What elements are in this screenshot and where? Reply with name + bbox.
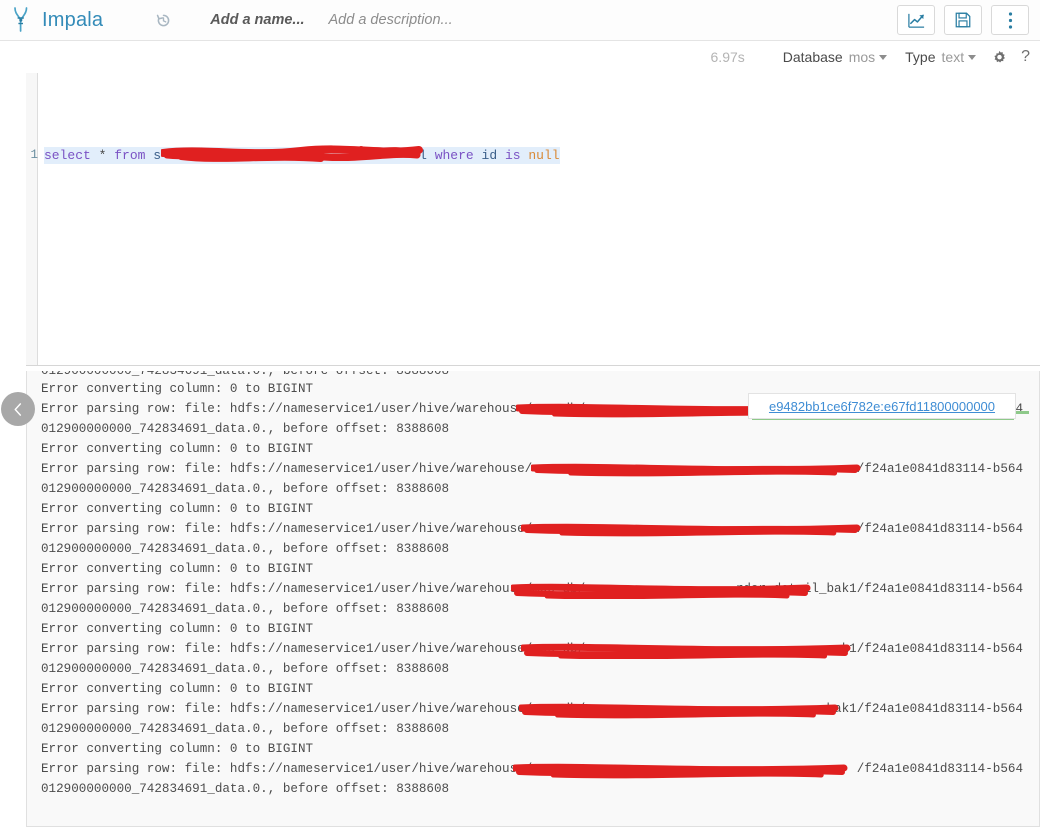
impala-query-editor-page: Impala Add a name... Add a description..… xyxy=(0,0,1040,827)
editor-gutter xyxy=(26,73,38,365)
redacted-path-segment xyxy=(521,521,861,537)
database-label: Database xyxy=(782,49,843,65)
app-title: Impala xyxy=(42,8,104,31)
log-line-text: 012900000000_742834691_data.0., before o… xyxy=(41,371,450,378)
log-line-prefix: Error parsing row: file: hdfs://nameserv… xyxy=(41,462,533,476)
sql-editor[interactable]: 1 select * from s l where id is null xyxy=(0,73,1040,365)
log-line-prefix: Error parsing row: file: hdfs://nameserv… xyxy=(41,702,586,716)
chevron-down-icon xyxy=(968,54,977,60)
log-line-text: Error converting column: 0 to BIGINT xyxy=(41,742,314,756)
log-line: Error converting column: 0 to BIGINT xyxy=(41,739,1039,759)
redacted-path-segment xyxy=(513,761,848,779)
log-line: Error parsing row: file: hdfs://nameserv… xyxy=(41,699,1039,719)
redacted-path-segment xyxy=(511,581,811,599)
log-line: Error converting column: 0 to BIGINT xyxy=(41,499,1039,519)
log-line: Error converting column: 0 to BIGINT xyxy=(41,439,1039,459)
query-id-link[interactable]: e9482bb1ce6f782e:e67fd11800000000 xyxy=(769,399,995,414)
log-line: 012900000000_742834691_data.0., before o… xyxy=(41,599,1039,619)
impala-logo-icon xyxy=(0,7,42,33)
log-line-text: 012900000000_742834691_data.0., before o… xyxy=(41,662,450,676)
query-name-input[interactable]: Add a name... xyxy=(210,12,304,28)
log-line: 012900000000_742834691_data.0., before o… xyxy=(41,539,1039,559)
log-line-suffix: /f24a1e0841d83114-b564 xyxy=(856,762,1023,776)
error-log: 012900000000_742834691_data.0., before o… xyxy=(41,371,1039,799)
sql-code-line[interactable]: select * from s l where id is null xyxy=(44,145,560,165)
log-line-suffix: k1/f24a1e0841d83114-b564 xyxy=(841,642,1023,656)
sql-column-id: id xyxy=(481,148,498,163)
log-line-text: Error converting column: 0 to BIGINT xyxy=(41,622,314,636)
query-settings-toolbar: 6.97s Database mos Type text ? xyxy=(0,41,1040,73)
log-line: Error parsing row: file: hdfs://nameserv… xyxy=(41,519,1039,539)
query-id-tooltip: e9482bb1ce6f782e:e67fd11800000000 xyxy=(748,393,1016,419)
log-line: Error parsing row: file: hdfs://nameserv… xyxy=(41,579,1039,599)
log-line-text: 012900000000_742834691_data.0., before o… xyxy=(41,422,450,436)
sql-keyword-select: select xyxy=(44,148,91,163)
chevron-down-icon xyxy=(879,54,888,60)
collapse-panel-button[interactable] xyxy=(1,392,35,426)
sql-keyword-is: is xyxy=(504,148,521,163)
database-selector[interactable]: Database mos xyxy=(782,49,888,65)
log-line: Error parsing row: file: hdfs://nameserv… xyxy=(41,459,1039,479)
log-line-text: Error converting column: 0 to BIGINT xyxy=(41,442,314,456)
log-line: 012900000000_742834691_data.0., before o… xyxy=(41,419,1039,439)
gear-icon[interactable] xyxy=(992,50,1007,65)
redacted-path-segment xyxy=(519,701,839,719)
query-description-input[interactable]: Add a description... xyxy=(329,12,453,28)
more-options-button[interactable] xyxy=(991,5,1029,35)
history-icon[interactable] xyxy=(145,5,181,35)
log-line-text: Error converting column: 0 to BIGINT xyxy=(41,382,314,396)
redacted-path-segment xyxy=(521,641,851,659)
sql-keyword-null: null xyxy=(528,148,560,163)
log-line-suffix: /f24a1e0841d83114-b564 xyxy=(856,522,1023,536)
log-line: Error converting column: 0 to BIGINT xyxy=(41,619,1039,639)
log-line-text: Error converting column: 0 to BIGINT xyxy=(41,502,314,516)
log-line-text: Error converting column: 0 to BIGINT xyxy=(41,682,314,696)
log-line: Error parsing row: file: hdfs://nameserv… xyxy=(41,639,1039,659)
log-line-text: 012900000000_742834691_data.0., before o… xyxy=(41,602,450,616)
redacted-table-name xyxy=(161,145,424,162)
log-line: 012900000000_742834691_data.0., before o… xyxy=(41,659,1039,679)
log-line: 012900000000_742834691_data.0., before o… xyxy=(41,479,1039,499)
execution-time-label: 6.97s xyxy=(710,49,745,65)
redacted-path-segment xyxy=(531,461,861,477)
log-line: Error parsing row: file: hdfs://nameserv… xyxy=(41,759,1039,779)
log-line: 012900000000_742834691_data.0., before o… xyxy=(41,719,1039,739)
header-actions xyxy=(897,5,1040,35)
log-line-suffix: /f24a1e0841d83114-b564 xyxy=(856,462,1023,476)
log-line-text: 012900000000_742834691_data.0., before o… xyxy=(41,482,450,496)
log-line-text: Error converting column: 0 to BIGINT xyxy=(41,562,314,576)
log-line: Error converting column: 0 to BIGINT xyxy=(41,559,1039,579)
log-line-text: 012900000000_742834691_data.0., before o… xyxy=(41,782,450,796)
log-line-prefix: Error parsing row: file: hdfs://nameserv… xyxy=(41,642,586,656)
database-value[interactable]: mos xyxy=(849,49,875,65)
query-results-log-panel[interactable]: 012900000000_742834691_data.0., before o… xyxy=(26,371,1040,827)
log-line-prefix: Error parsing row: file: hdfs://nameserv… xyxy=(41,582,586,596)
sql-keyword-from: from xyxy=(114,148,146,163)
save-button[interactable] xyxy=(944,5,982,35)
log-line-suffix: bak1/f24a1e0841d83114-b564 xyxy=(826,702,1024,716)
sql-keyword-where: where xyxy=(434,148,474,163)
log-line-prefix: Error parsing row: file: hdfs://nameserv… xyxy=(41,522,533,536)
type-selector[interactable]: Type text xyxy=(905,49,977,65)
chart-view-button[interactable] xyxy=(897,5,935,35)
log-line-text: 012900000000_742834691_data.0., before o… xyxy=(41,722,450,736)
log-line-text: 012900000000_742834691_data.0., before o… xyxy=(41,542,450,556)
log-line-prefix: Error parsing row: file: hdfs://nameserv… xyxy=(41,762,540,776)
results-vertical-scrollbar[interactable] xyxy=(1027,743,1038,826)
log-line: 012900000000_742834691_data.0., before o… xyxy=(41,779,1039,799)
question-mark-icon[interactable]: ? xyxy=(1021,48,1030,66)
log-line-prefix: Error parsing row: file: hdfs://nameserv… xyxy=(41,402,586,416)
log-line: Error converting column: 0 to BIGINT xyxy=(41,679,1039,699)
editor-line-number: 1 xyxy=(30,148,38,162)
top-header-bar: Impala Add a name... Add a description..… xyxy=(0,0,1040,41)
log-line: 012900000000_742834691_data.0., before o… xyxy=(41,371,1039,379)
type-label: Type xyxy=(905,49,936,65)
type-value[interactable]: text xyxy=(942,49,965,65)
